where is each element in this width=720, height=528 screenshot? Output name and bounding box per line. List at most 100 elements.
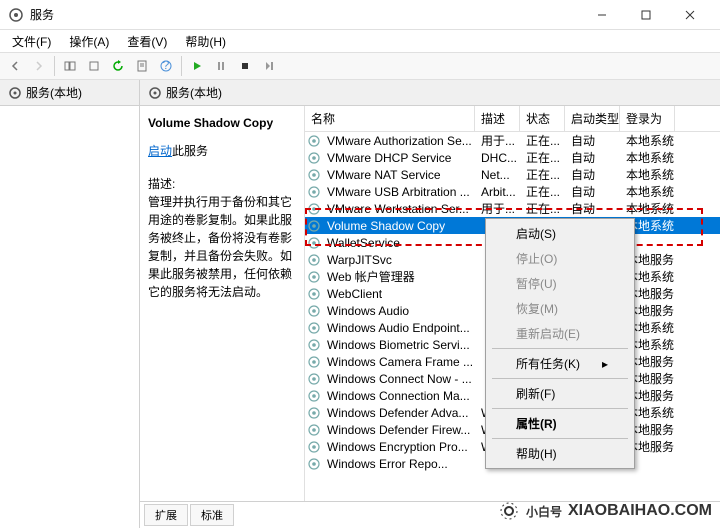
start-link-suffix: 此服务 xyxy=(172,144,208,158)
cell-name: VMware NAT Service xyxy=(321,167,475,183)
desc-text: 管理并执行用于备份和其它用途的卷影复制。如果此服务被终止，备份将没有卷影复制，并… xyxy=(148,195,292,299)
ctx-refresh[interactable]: 刷新(F) xyxy=(488,381,632,406)
pause-service-icon[interactable] xyxy=(210,55,232,77)
col-status[interactable]: 状态 xyxy=(520,106,565,131)
ctx-stop[interactable]: 停止(O) xyxy=(488,246,632,271)
cell-name: Windows Camera Frame ... xyxy=(321,354,475,370)
cell-start: 自动 xyxy=(565,199,620,218)
col-desc[interactable]: 描述 xyxy=(475,106,520,131)
cell-name: VMware Authorization Se... xyxy=(321,133,475,149)
window-title: 服务 xyxy=(30,6,580,23)
service-icon xyxy=(307,406,321,420)
cell-desc: DHC... xyxy=(475,150,520,166)
service-icon xyxy=(307,338,321,352)
service-icon xyxy=(307,236,321,250)
chevron-right-icon: ▸ xyxy=(602,357,608,371)
service-icon xyxy=(307,151,321,165)
service-icon xyxy=(307,304,321,318)
col-logon[interactable]: 登录为 xyxy=(620,106,675,131)
properties-icon[interactable] xyxy=(131,55,153,77)
nav-tree: 服务(本地) xyxy=(0,80,140,528)
menu-help[interactable]: 帮助(H) xyxy=(177,31,234,52)
table-row[interactable]: VMware NAT ServiceNet...正在...自动本地系统 xyxy=(305,166,720,183)
service-icon xyxy=(307,185,321,199)
cell-name: WebClient xyxy=(321,286,475,302)
back-button[interactable] xyxy=(4,55,26,77)
ctx-resume[interactable]: 恢复(M) xyxy=(488,296,632,321)
detail-pane: Volume Shadow Copy 启动此服务 描述: 管理并执行用于备份和其… xyxy=(140,106,305,501)
stop-service-icon[interactable] xyxy=(234,55,256,77)
context-menu: 启动(S) 停止(O) 暂停(U) 恢复(M) 重新启动(E) 所有任务(K)▸… xyxy=(485,218,635,469)
ctx-pause[interactable]: 暂停(U) xyxy=(488,271,632,296)
forward-button[interactable] xyxy=(28,55,50,77)
menubar: 文件(F) 操作(A) 查看(V) 帮助(H) xyxy=(0,30,720,52)
content-header-label: 服务(本地) xyxy=(166,84,222,101)
ctx-all-tasks[interactable]: 所有任务(K)▸ xyxy=(488,351,632,376)
watermark: 小白号 XIAOBAIHAO.COM xyxy=(498,500,712,522)
cell-name: Windows Connection Ma... xyxy=(321,388,475,404)
service-icon xyxy=(307,253,321,267)
service-icon xyxy=(307,355,321,369)
cell-name: Windows Audio xyxy=(321,303,475,319)
refresh-icon[interactable] xyxy=(107,55,129,77)
ctx-restart[interactable]: 重新启动(E) xyxy=(488,321,632,346)
ctx-start[interactable]: 启动(S) xyxy=(488,221,632,246)
nav-root-label: 服务(本地) xyxy=(26,84,82,101)
toolbar: ? xyxy=(0,52,720,80)
cell-name: VMware Workstation Ser... xyxy=(321,201,475,217)
start-service-icon[interactable] xyxy=(186,55,208,77)
col-start[interactable]: 启动类型 xyxy=(565,106,620,131)
tab-extended[interactable]: 扩展 xyxy=(144,504,188,526)
ctx-properties[interactable]: 属性(R) xyxy=(488,411,632,436)
table-row[interactable]: VMware USB Arbitration ...Arbit...正在...自… xyxy=(305,183,720,200)
cell-name: VMware DHCP Service xyxy=(321,150,475,166)
tab-standard[interactable]: 标准 xyxy=(190,504,234,526)
ctx-help[interactable]: 帮助(H) xyxy=(488,441,632,466)
cell-name: Windows Connect Now - ... xyxy=(321,371,475,387)
watermark-url: XIAOBAIHAO.COM xyxy=(568,502,712,520)
restart-service-icon[interactable] xyxy=(258,55,280,77)
service-icon xyxy=(307,270,321,284)
content-header: 服务(本地) xyxy=(140,80,720,106)
app-icon xyxy=(8,7,24,23)
service-icon xyxy=(307,219,321,233)
col-name[interactable]: 名称 xyxy=(305,106,475,131)
menu-view[interactable]: 查看(V) xyxy=(119,31,175,52)
detail-title: Volume Shadow Copy xyxy=(148,116,296,130)
cell-desc: 用于... xyxy=(475,131,520,150)
maximize-button[interactable] xyxy=(624,0,668,30)
export-button[interactable] xyxy=(83,55,105,77)
minimize-button[interactable] xyxy=(580,0,624,30)
table-row[interactable]: VMware Workstation Ser...用于...正在...自动本地系… xyxy=(305,200,720,217)
cell-name: VMware USB Arbitration ... xyxy=(321,184,475,200)
service-icon xyxy=(307,202,321,216)
service-icon xyxy=(307,287,321,301)
service-icon xyxy=(307,372,321,386)
close-button[interactable] xyxy=(668,0,712,30)
table-row[interactable]: VMware DHCP ServiceDHC...正在...自动本地系统 xyxy=(305,149,720,166)
cell-name: Volume Shadow Copy xyxy=(321,218,475,234)
service-icon xyxy=(307,321,321,335)
cell-name: WalletService xyxy=(321,235,475,251)
cell-desc: Arbit... xyxy=(475,184,520,200)
menu-action[interactable]: 操作(A) xyxy=(61,31,117,52)
nav-root[interactable]: 服务(本地) xyxy=(0,80,139,106)
help-icon[interactable]: ? xyxy=(155,55,177,77)
cell-name: Windows Error Repo... xyxy=(321,456,475,472)
cell-name: Windows Audio Endpoint... xyxy=(321,320,475,336)
show-hide-button[interactable] xyxy=(59,55,81,77)
cell-desc: 用于... xyxy=(475,199,520,218)
cell-name: Windows Encryption Pro... xyxy=(321,439,475,455)
cell-name: Web 帐户管理器 xyxy=(321,267,475,286)
titlebar: 服务 xyxy=(0,0,720,30)
desc-label: 描述: xyxy=(148,177,175,191)
menu-file[interactable]: 文件(F) xyxy=(4,31,59,52)
table-row[interactable]: VMware Authorization Se...用于...正在...自动本地… xyxy=(305,132,720,149)
start-link[interactable]: 启动 xyxy=(148,144,172,158)
cell-desc: Net... xyxy=(475,167,520,183)
service-icon xyxy=(307,457,321,471)
service-icon xyxy=(307,389,321,403)
cell-name: WarpJITSvc xyxy=(321,252,475,268)
list-header: 名称 描述 状态 启动类型 登录为 xyxy=(305,106,720,132)
cell-status: 正在... xyxy=(520,199,565,218)
